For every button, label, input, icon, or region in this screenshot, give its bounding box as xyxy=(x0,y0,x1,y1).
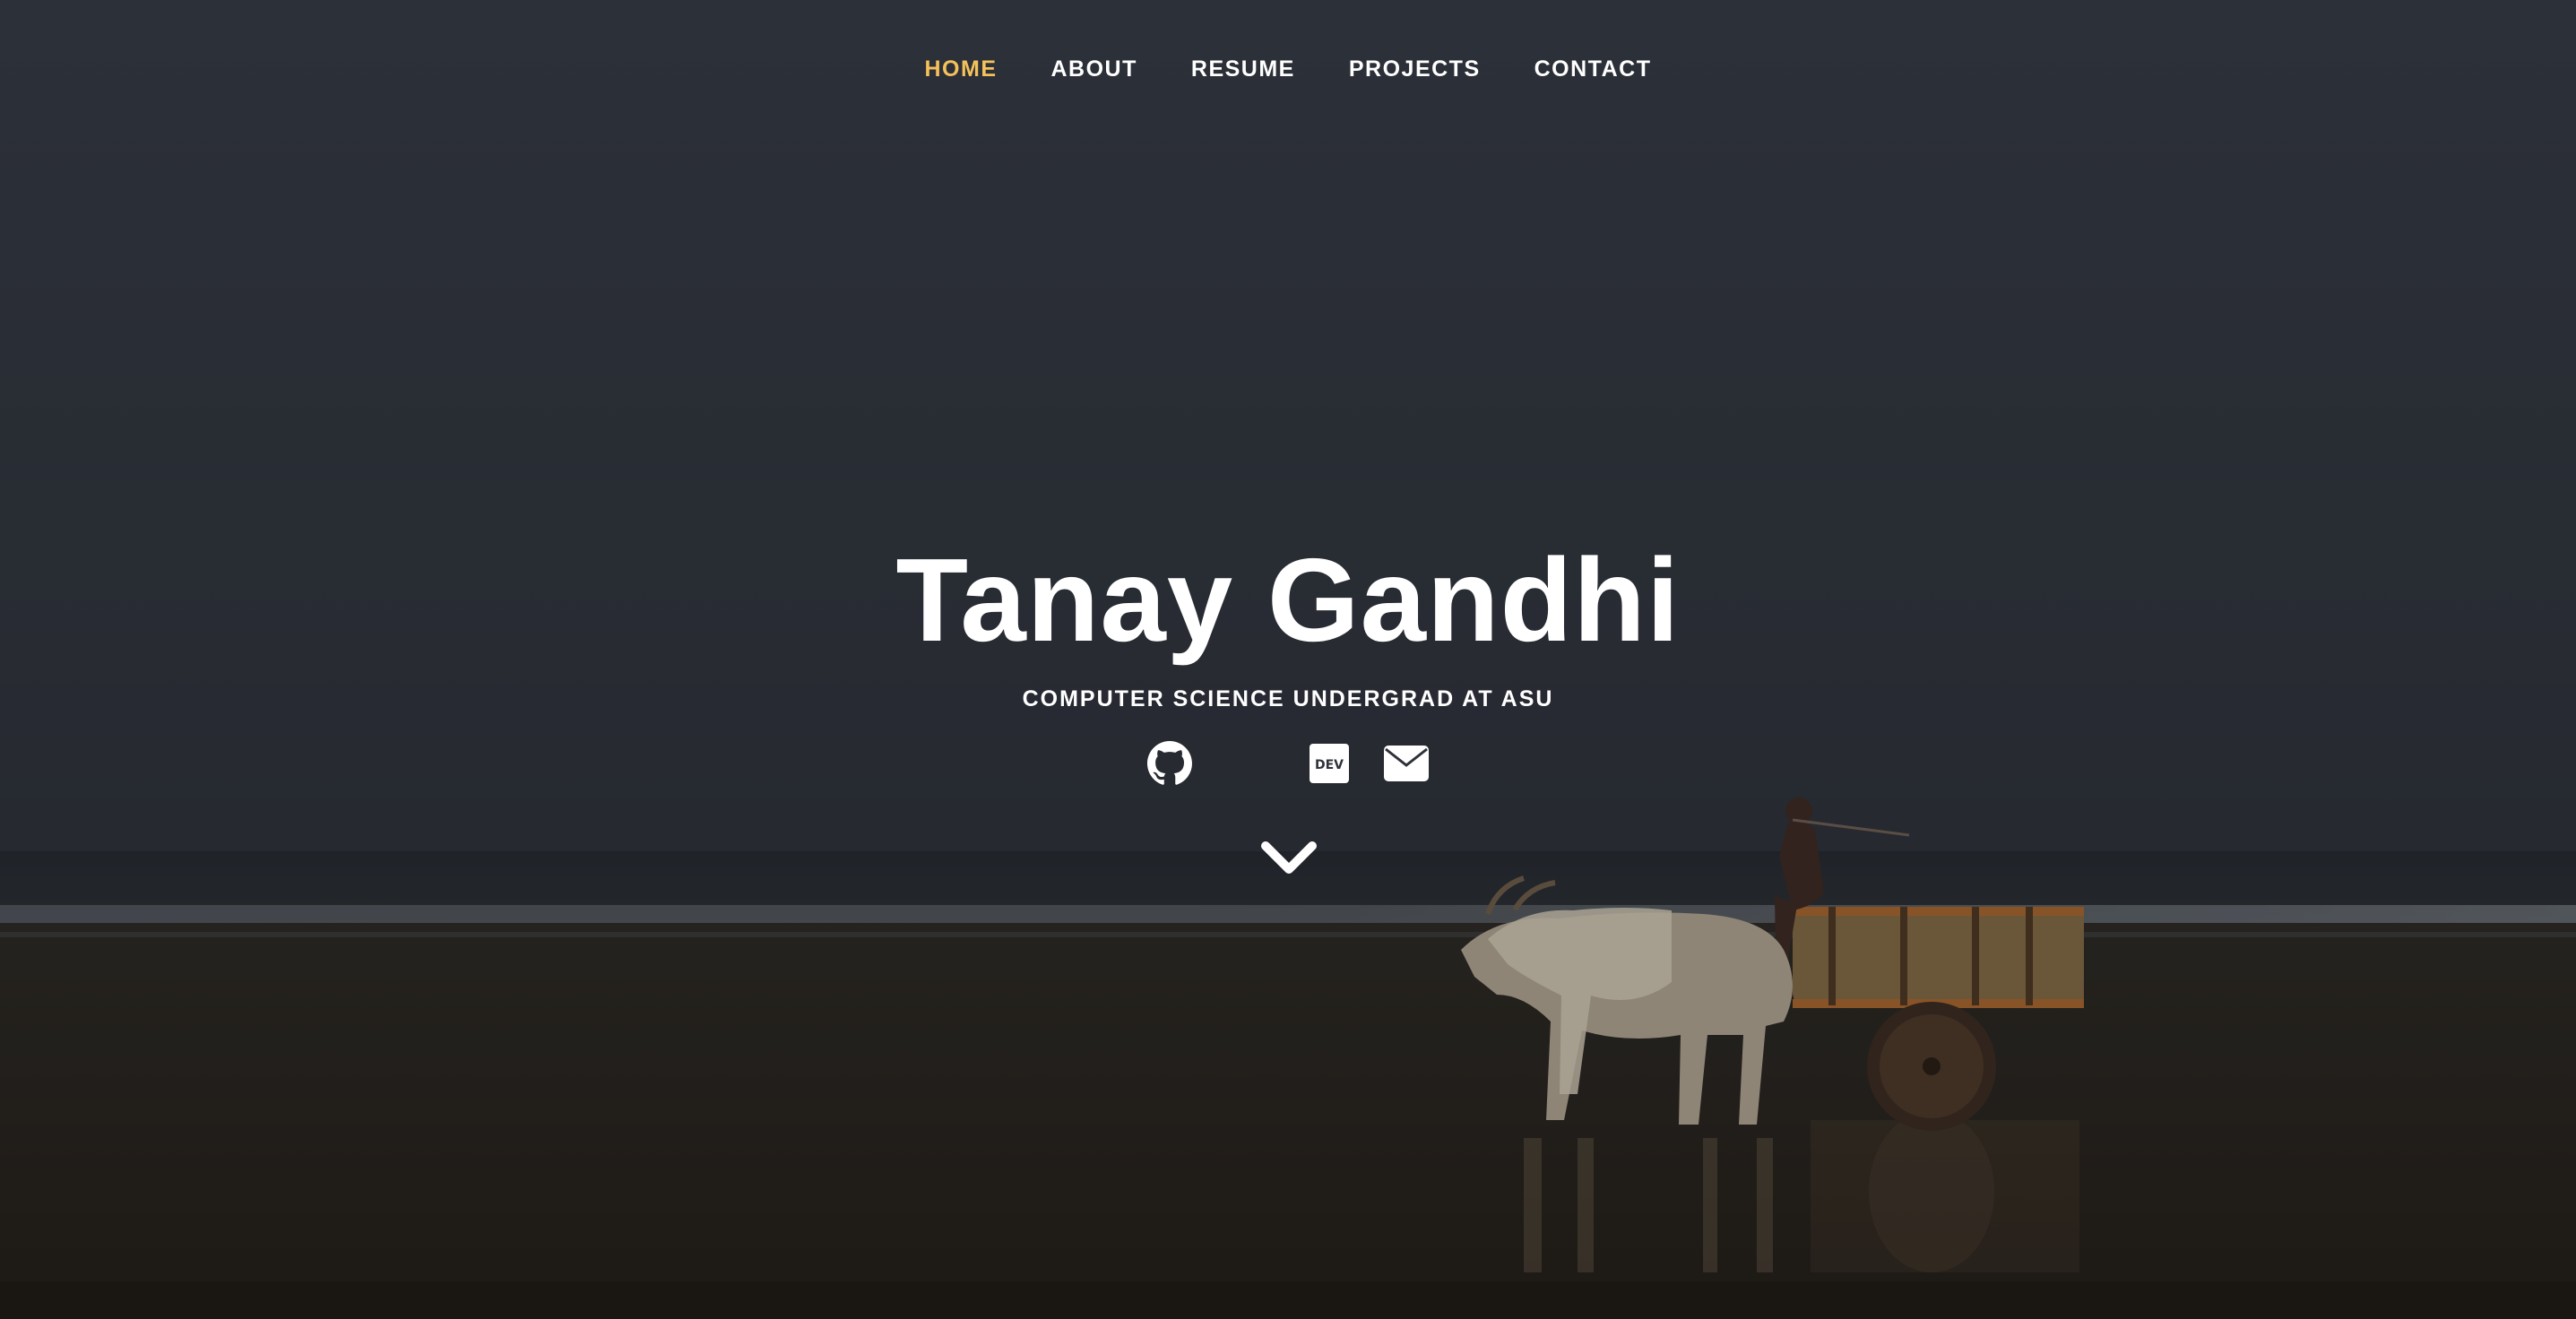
nav-contact[interactable]: CONTACT xyxy=(1534,56,1652,82)
chevron-down-icon xyxy=(1261,841,1317,874)
linkedin-link[interactable] xyxy=(1224,741,1275,786)
banner: Tanay Gandhi COMPUTER SCIENCE UNDERGRAD … xyxy=(0,529,2576,789)
hero-section: HOME ABOUT RESUME PROJECTS CONTACT Tanay… xyxy=(0,0,2576,1319)
svg-text:DEV: DEV xyxy=(1315,758,1344,772)
dev-link[interactable]: DEV xyxy=(1307,741,1352,786)
github-link[interactable] xyxy=(1147,741,1192,786)
nav-resume[interactable]: RESUME xyxy=(1191,56,1295,82)
nav-home[interactable]: HOME xyxy=(925,56,998,82)
main-nav: HOME ABOUT RESUME PROJECTS CONTACT xyxy=(0,0,2576,139)
github-icon xyxy=(1147,741,1192,785)
scroll-down-button[interactable] xyxy=(1260,839,1318,878)
email-link[interactable] xyxy=(1384,741,1429,786)
dev-icon: DEV xyxy=(1310,744,1349,783)
envelope-icon xyxy=(1384,746,1429,781)
nav-projects[interactable]: PROJECTS xyxy=(1349,56,1481,82)
nav-about[interactable]: ABOUT xyxy=(1051,56,1137,82)
tagline: COMPUTER SCIENCE UNDERGRAD AT ASU xyxy=(1022,686,1554,711)
page-title: Tanay Gandhi xyxy=(895,534,1681,666)
social-links: DEV xyxy=(0,738,2576,789)
